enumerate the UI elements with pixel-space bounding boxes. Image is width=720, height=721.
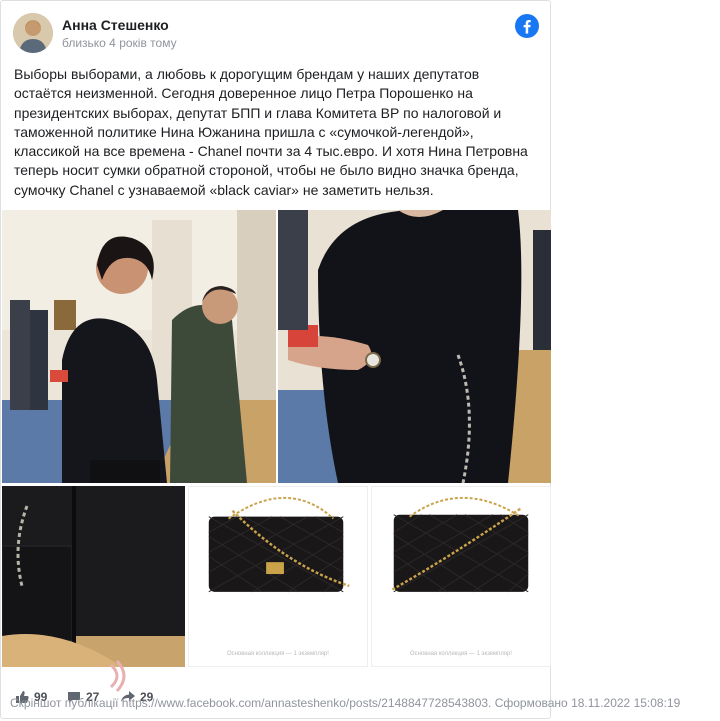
author-name[interactable]: Анна Стешенко: [62, 17, 169, 33]
post-photo-3[interactable]: [2, 486, 185, 667]
watermark-icon: [97, 659, 137, 693]
post-photo-1[interactable]: [2, 210, 276, 483]
screenshot-footer: Скріншот публікації https://www.facebook…: [10, 696, 681, 710]
post-paragraph: Выборы выборами, а любовь к дорогущим бр…: [14, 66, 528, 198]
post-photo-4[interactable]: Основная коллекция — 1 экземпляр!: [188, 486, 368, 667]
post-timestamp[interactable]: близько 4 років тому: [62, 36, 177, 50]
photo-caption-1: Основная коллекция — 1 экземпляр!: [227, 651, 329, 657]
author-avatar[interactable]: [13, 13, 53, 53]
post-text: Выборы выборами, а любовь к дорогущим бр…: [14, 65, 539, 200]
post-photo-2[interactable]: [278, 210, 551, 483]
post-photo-5[interactable]: Основная коллекция — 1 экземпляр!: [371, 486, 551, 667]
photo-caption-2: Основная коллекция — 1 экземпляр!: [410, 651, 512, 657]
facebook-post-card: Анна Стешенко близько 4 років тому Выбор…: [0, 0, 551, 719]
facebook-icon[interactable]: [515, 14, 539, 38]
